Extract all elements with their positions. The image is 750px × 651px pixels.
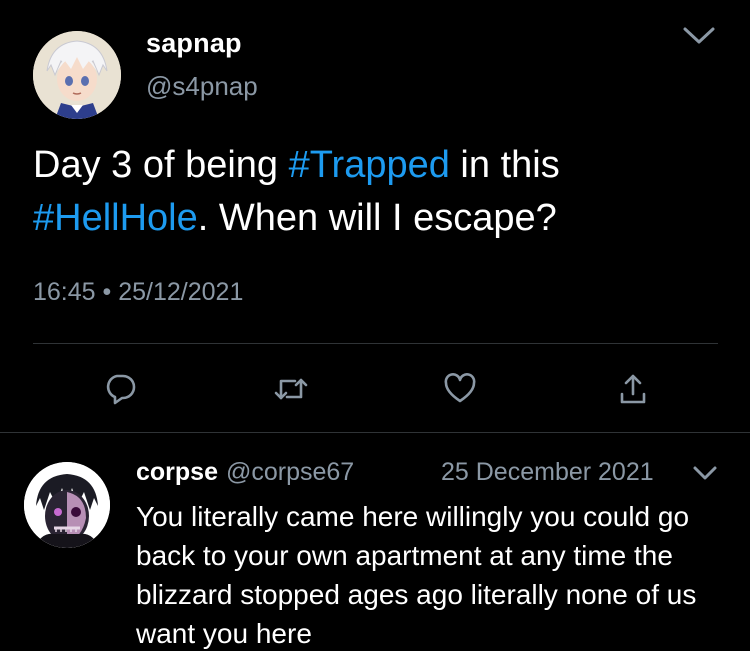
divider [0,432,750,433]
meta-separator: • [102,278,112,306]
hashtag-link[interactable]: #HellHole [33,197,198,239]
display-name[interactable]: sapnap [146,28,242,59]
divider [33,343,718,344]
avatar[interactable] [24,462,110,548]
reply-date: 25 December 2021 [441,458,654,486]
like-button[interactable] [440,369,480,409]
reply-text: You literally came here willingly you co… [136,501,697,649]
reply-button[interactable] [100,369,140,409]
tweet-text: Day 3 of being #Trapped in this #HellHol… [33,139,723,245]
tweet-time: 16:45 [33,278,96,306]
reply-icon [106,374,136,405]
reply-display-name[interactable]: corpse [136,458,218,486]
share-button[interactable] [613,369,653,409]
tweet-date: 25/12/2021 [118,278,244,306]
user-handle[interactable]: @s4pnap [146,71,258,102]
reply-handle[interactable]: @corpse67 [226,458,354,486]
tweet-timestamp: 16:45 • 25/12/2021 [33,278,243,307]
tweet-detail-view: sapnap @s4pnap Day 3 of being #Trapped i… [0,0,750,651]
chevron-down-icon[interactable] [681,24,717,48]
avatar[interactable] [33,31,121,119]
retweet-button[interactable] [271,369,311,409]
hashtag-link[interactable]: #Trapped [289,144,450,186]
chevron-down-icon[interactable] [692,465,718,483]
tweet-text-segment: in this [449,144,560,186]
avatar-image [33,31,121,119]
retweet-icon [274,378,308,400]
tweet-text-segment: . When will I escape? [197,197,557,239]
avatar-image [24,462,110,548]
share-icon [620,374,646,404]
tweet-text-segment: Day 3 of being [33,144,289,186]
like-icon [444,373,476,403]
